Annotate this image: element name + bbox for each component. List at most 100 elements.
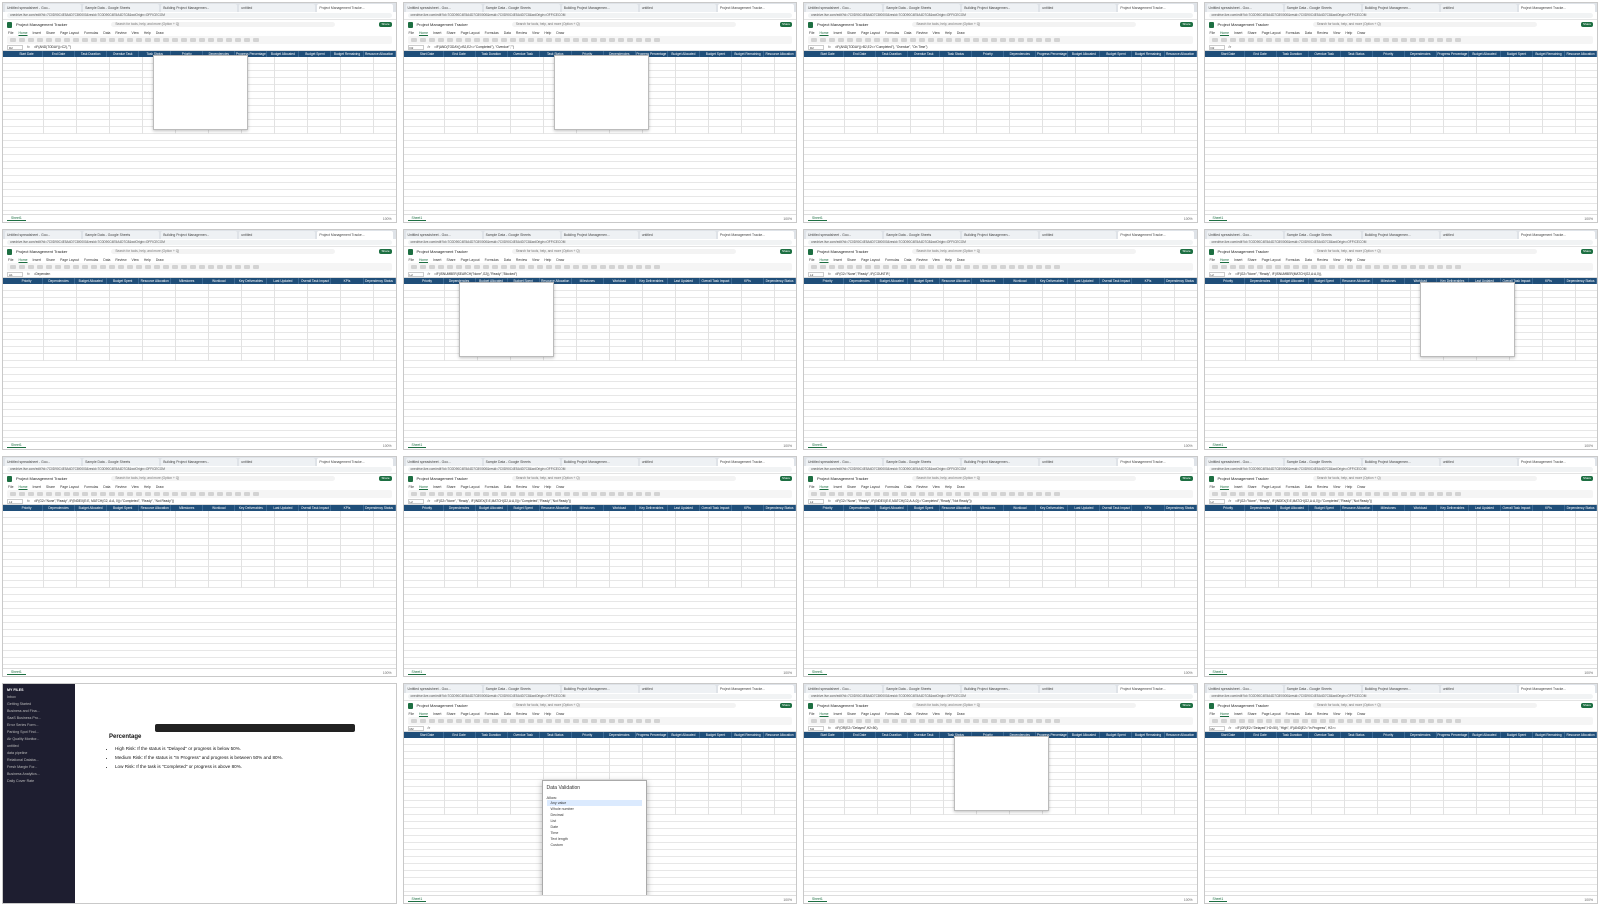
ribbon-button[interactable]	[982, 492, 988, 496]
ribbon-button[interactable]	[136, 492, 142, 496]
ribbon-button[interactable]	[1000, 265, 1006, 269]
menu-item[interactable]: Data	[1305, 31, 1312, 35]
ribbon-button[interactable]	[1364, 265, 1371, 269]
ribbon-button[interactable]	[181, 492, 187, 496]
ribbon-button[interactable]	[973, 719, 979, 723]
doc-title[interactable]: Project Management Tracker	[16, 249, 67, 254]
menu-item[interactable]: Data	[103, 258, 110, 262]
ribbon-button[interactable]	[1283, 38, 1290, 42]
doc-title[interactable]: Project Management Tracker	[417, 22, 468, 27]
url-field[interactable]: onedrive.live.com/edit?id=7C0D90C4E5A4D7…	[7, 13, 392, 18]
ribbon-button[interactable]	[1229, 492, 1236, 496]
browser-tab[interactable]: Untitled spreadsheet - Goo...	[806, 231, 883, 239]
ribbon-button[interactable]	[46, 265, 52, 269]
ribbon-button[interactable]	[1301, 492, 1308, 496]
ribbon-button[interactable]	[419, 492, 426, 496]
ribbon-button[interactable]	[1009, 719, 1015, 723]
ribbon-button[interactable]	[509, 492, 516, 496]
sheet-tab[interactable]: Sheet1	[1208, 670, 1228, 675]
menu-item[interactable]: Formulas	[885, 258, 899, 262]
menu-item[interactable]: Share	[847, 31, 856, 35]
ribbon-button[interactable]	[1346, 492, 1353, 496]
ribbon-button[interactable]	[1274, 719, 1281, 723]
ribbon-button[interactable]	[500, 38, 507, 42]
ribbon-button[interactable]	[1220, 265, 1227, 269]
ribbon-button[interactable]	[608, 38, 615, 42]
ribbon-button[interactable]	[253, 492, 259, 496]
zoom-level[interactable]: 100%	[1184, 898, 1193, 902]
ribbon-button[interactable]	[1346, 265, 1353, 269]
ribbon-button[interactable]	[1229, 38, 1236, 42]
search-input[interactable]: Search for tools, help, and more (Option…	[1312, 22, 1537, 27]
spreadsheet-grid[interactable]: Priority Dependencies Budget Allocated Budg…	[804, 505, 1197, 668]
ribbon-button[interactable]	[199, 265, 205, 269]
ribbon-button[interactable]	[1409, 719, 1416, 723]
ribbon-button[interactable]	[446, 265, 453, 269]
ribbon-button[interactable]	[145, 38, 151, 42]
ribbon-button[interactable]	[883, 719, 889, 723]
cell-rows[interactable]	[3, 511, 396, 668]
ribbon-button[interactable]	[518, 265, 525, 269]
ribbon-button[interactable]	[1427, 38, 1434, 42]
menu-item[interactable]: Page Layout	[1262, 258, 1281, 262]
ribbon-button[interactable]	[581, 38, 588, 42]
menu-item[interactable]: Insert	[834, 485, 842, 489]
menu-item[interactable]: File	[8, 258, 13, 262]
formula-input[interactable]: =IF(G2="None", "Ready", IF(INDEX(E:E,MAT…	[1235, 499, 1593, 503]
menu-item[interactable]: File	[409, 485, 414, 489]
ribbon-button[interactable]	[19, 38, 25, 42]
search-input[interactable]: Search for tools, help, and more (Option…	[511, 249, 736, 254]
menu-item[interactable]: File	[809, 31, 814, 35]
cell-rows[interactable]	[804, 57, 1197, 214]
ribbon-button[interactable]	[856, 265, 862, 269]
ribbon-button[interactable]	[1337, 38, 1344, 42]
ribbon-button[interactable]	[127, 265, 133, 269]
ribbon-button[interactable]	[820, 719, 826, 723]
menu-item[interactable]: Draw	[156, 258, 164, 262]
ribbon-button[interactable]	[1256, 265, 1263, 269]
zoom-level[interactable]: 100%	[1184, 444, 1193, 448]
ribbon-button[interactable]	[847, 492, 853, 496]
ribbon-button[interactable]	[964, 265, 970, 269]
ribbon-button[interactable]	[154, 265, 160, 269]
ribbon-button[interactable]	[1328, 265, 1335, 269]
ribbon-button[interactable]	[1391, 265, 1398, 269]
ribbon-button[interactable]	[464, 719, 471, 723]
menu-item[interactable]: Draw	[1357, 258, 1365, 262]
browser-tab[interactable]: Untitled spreadsheet - Goo...	[405, 685, 482, 693]
ribbon-button[interactable]	[244, 38, 250, 42]
ribbon-button[interactable]	[91, 38, 97, 42]
browser-tab[interactable]: Building Project Managemen...	[962, 231, 1039, 239]
menu-item[interactable]: Formulas	[885, 31, 899, 35]
doc-title[interactable]: Project Management Tracker	[817, 703, 868, 708]
formula-input[interactable]: =IF(G2="None", "Ready", IF(INDEX(E:E,MAT…	[835, 499, 1193, 503]
ribbon-button[interactable]	[91, 492, 97, 496]
menu-item[interactable]: View	[1333, 258, 1340, 262]
menu-item[interactable]: Draw	[1357, 712, 1365, 716]
sheet-tab[interactable]: Sheet1	[407, 443, 427, 448]
ribbon-button[interactable]	[1018, 492, 1024, 496]
ribbon-button[interactable]	[518, 38, 525, 42]
formula-input[interactable]: =IF(ISNUMBER(SEARCH("None",G2)),"Ready",…	[434, 272, 792, 276]
menu-item[interactable]: Share	[447, 258, 456, 262]
ribbon-button[interactable]	[410, 38, 417, 42]
ribbon-button[interactable]	[1301, 719, 1308, 723]
menu-item[interactable]: Data	[904, 485, 911, 489]
menu-item[interactable]: Insert	[433, 712, 441, 716]
ribbon-button[interactable]	[838, 38, 844, 42]
ribbon-button[interactable]	[1454, 719, 1461, 723]
ribbon-button[interactable]	[838, 492, 844, 496]
formula-input[interactable]: =IF(G2="None", "Ready", IF(INDEX(E:E,MAT…	[434, 499, 792, 503]
ribbon-button[interactable]	[446, 38, 453, 42]
ribbon-button[interactable]	[1436, 492, 1443, 496]
ribbon-button[interactable]	[572, 38, 579, 42]
menu-item[interactable]: View	[1333, 485, 1340, 489]
ribbon-button[interactable]	[1364, 719, 1371, 723]
sidebar-item[interactable]: Business and Fina...	[7, 709, 71, 713]
ribbon-button[interactable]	[1373, 719, 1380, 723]
ribbon-button[interactable]	[428, 265, 435, 269]
menu-item[interactable]: File	[1210, 485, 1215, 489]
ribbon-button[interactable]	[19, 265, 25, 269]
ribbon-button[interactable]	[545, 38, 552, 42]
spreadsheet-grid[interactable]: Priority Dependencies Budget Allocated Budg…	[804, 278, 1197, 441]
